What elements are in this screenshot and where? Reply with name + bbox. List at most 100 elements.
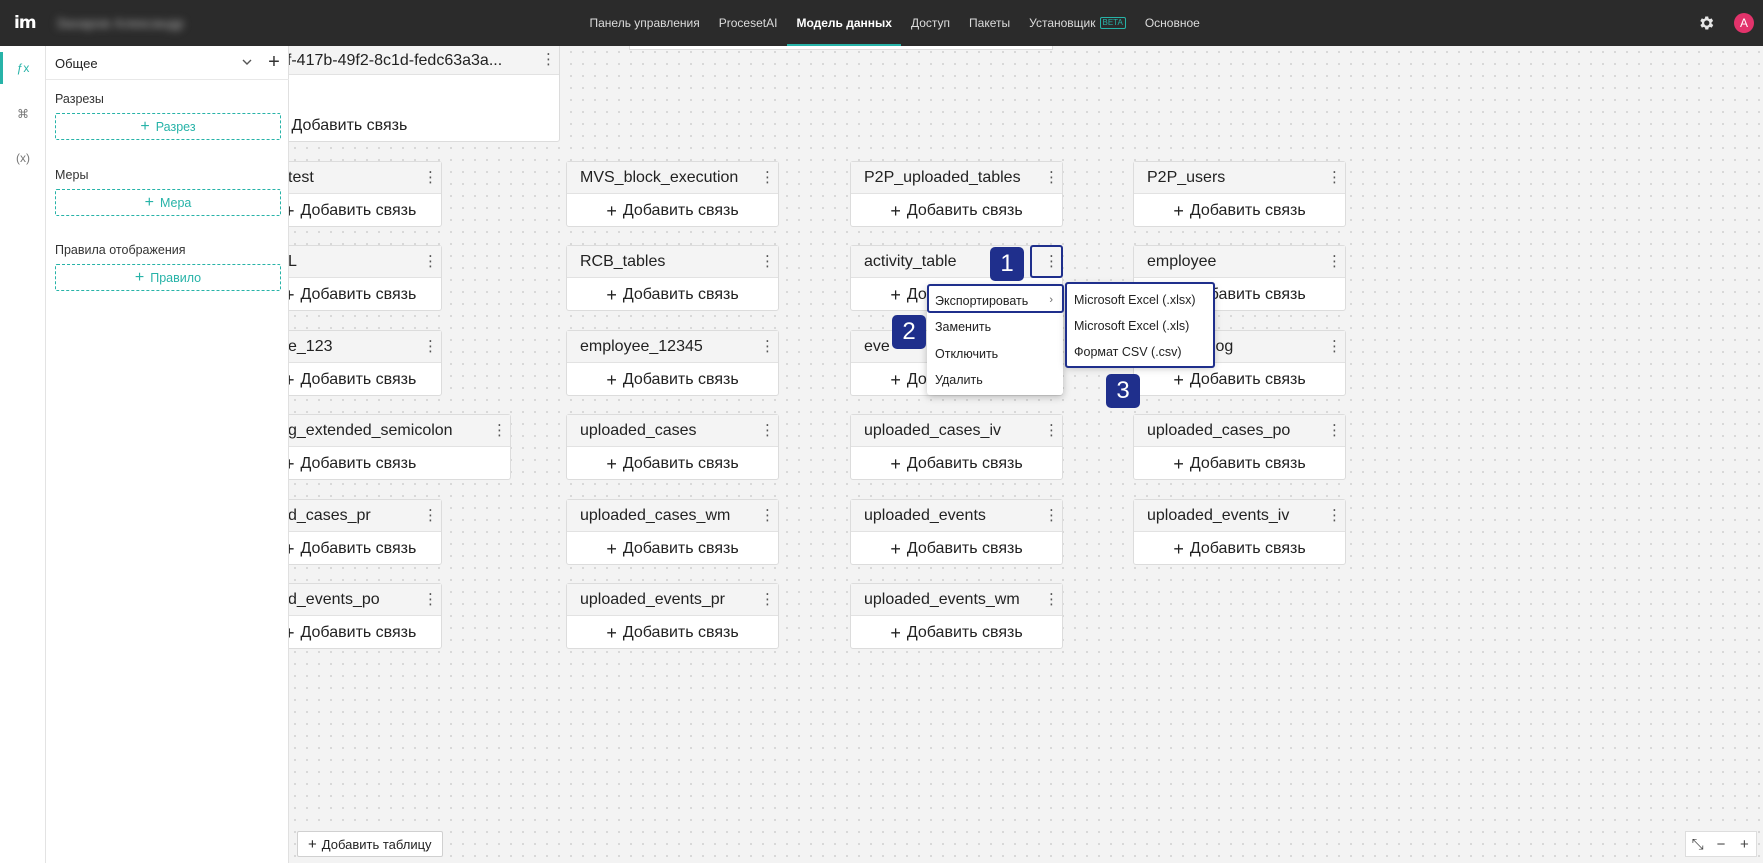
more-vert-icon[interactable]: ⋮	[1327, 170, 1342, 186]
add-link-button[interactable]: +Добавить связь	[289, 447, 510, 481]
more-vert-icon[interactable]: ⋮	[541, 52, 556, 68]
more-vert-icon[interactable]: ⋮	[760, 339, 775, 355]
table-card[interactable]: uploaded_cases_po ⋮ + Добавить связь	[1133, 414, 1346, 480]
table-card[interactable]: d_cases_pr ⋮ + Добавить связь	[289, 499, 442, 565]
export-xlsx[interactable]: Microsoft Excel (.xlsx)	[1066, 287, 1214, 313]
gear-icon[interactable]	[1697, 14, 1715, 32]
table-card[interactable]: P2P_users ⋮ + Добавить связь	[1133, 161, 1346, 227]
table-card[interactable]: uploaded_events_iv ⋮ + Добавить связь	[1133, 499, 1346, 565]
add-measure-button[interactable]: + Мера	[55, 189, 281, 216]
table-card[interactable]: uploaded_events_pr ⋮ + Добавить связь	[566, 583, 779, 649]
add-link-button[interactable]: +Добавить связь	[851, 447, 1062, 481]
more-vert-icon[interactable]: ⋮	[1044, 254, 1059, 270]
table-card[interactable]: d_events_po ⋮ + Добавить связь	[289, 583, 442, 649]
more-vert-icon[interactable]: ⋮	[1044, 423, 1059, 439]
table-name: MVS_block_execution	[580, 169, 739, 186]
add-link-button[interactable]: +Добавить связь	[289, 109, 559, 143]
table-card[interactable]: uploaded_cases_wm ⋮ + Добавить связь	[566, 499, 779, 565]
more-vert-icon[interactable]: ⋮	[1327, 339, 1342, 355]
add-link-button[interactable]: +Добавить связь	[1134, 194, 1345, 228]
more-vert-icon[interactable]: ⋮	[1044, 508, 1059, 524]
add-link-button[interactable]: +Добавить связь	[567, 447, 778, 481]
table-card[interactable]: test ⋮ + Добавить связь	[289, 161, 442, 227]
more-vert-icon[interactable]: ⋮	[760, 254, 775, 270]
more-vert-icon[interactable]: ⋮	[1044, 592, 1059, 608]
more-vert-icon[interactable]: ⋮	[1327, 508, 1342, 524]
table-card[interactable]: P2P_uploaded_tables ⋮ + Добавить связь	[850, 161, 1063, 227]
more-vert-icon[interactable]: ⋮	[1044, 170, 1059, 186]
menu-item-replace[interactable]: Заменить	[927, 314, 1063, 340]
table-name: activity_table	[864, 253, 957, 270]
zoom-in-button[interactable]: +	[1733, 832, 1756, 856]
add-table-button[interactable]: + Добавить таблицу	[297, 831, 443, 857]
more-vert-icon[interactable]: ⋮	[1327, 423, 1342, 439]
tab-access[interactable]: Доступ	[901, 0, 959, 46]
more-vert-icon[interactable]: ⋮	[760, 170, 775, 186]
export-csv[interactable]: Формат CSV (.csv)	[1066, 339, 1214, 365]
add-link-button[interactable]: +Добавить связь	[567, 363, 778, 397]
avatar[interactable]: A	[1734, 13, 1754, 33]
more-vert-icon[interactable]: ⋮	[760, 508, 775, 524]
table-name: g_extended_semicolon	[289, 422, 453, 439]
more-vert-icon[interactable]: ⋮	[423, 254, 438, 270]
tab-packages[interactable]: Пакеты	[960, 0, 1020, 46]
add-link-button[interactable]: +Добавить связь	[289, 194, 441, 228]
tab-dashboard[interactable]: Панель управления	[580, 0, 709, 46]
more-vert-icon[interactable]: ⋮	[423, 592, 438, 608]
add-button[interactable]: +	[264, 52, 284, 72]
more-vert-icon[interactable]: ⋮	[1327, 254, 1342, 270]
more-vert-icon[interactable]: ⋮	[423, 339, 438, 355]
more-vert-icon[interactable]: ⋮	[760, 592, 775, 608]
menu-item-export[interactable]: Экспортировать ›	[927, 288, 1063, 314]
variable-icon[interactable]: (x)	[0, 138, 46, 178]
menu-item-delete[interactable]: Удалить	[927, 367, 1063, 393]
tab-data-model[interactable]: Модель данных	[786, 0, 902, 46]
export-xls[interactable]: Microsoft Excel (.xls)	[1066, 313, 1214, 339]
add-slice-button[interactable]: + Разрез	[55, 113, 281, 140]
plus-icon: +	[606, 369, 617, 390]
add-link-button[interactable]: +Добавить связь	[567, 278, 778, 312]
table-card[interactable]: uploaded_events ⋮ + Добавить связь	[850, 499, 1063, 565]
add-link-button[interactable]: +Добавить связь	[1134, 447, 1345, 481]
zoom-out-button[interactable]: −	[1709, 832, 1732, 856]
add-link-button[interactable]: +Добавить связь	[851, 616, 1062, 650]
more-vert-icon[interactable]: ⋮	[423, 508, 438, 524]
add-link-button[interactable]: +Добавить связь	[567, 532, 778, 566]
tab-installer[interactable]: Установщик BETA	[1020, 0, 1136, 46]
add-link-button[interactable]: +Добавить связь	[1134, 363, 1345, 397]
menu-item-disable[interactable]: Отключить	[927, 341, 1063, 367]
add-link-button[interactable]: +Добавить связь	[289, 278, 441, 312]
add-link-button[interactable]: +Добавить связь	[1134, 532, 1345, 566]
tab-procesetai[interactable]: ProcesetAI	[709, 0, 787, 46]
more-vert-icon[interactable]: ⋮	[492, 423, 507, 439]
add-link-button[interactable]: +Добавить связь	[567, 616, 778, 650]
table-card[interactable]: uploaded_events_wm ⋮ + Добавить связь	[850, 583, 1063, 649]
data-model-canvas[interactable]: df-417b-49f2-8c1d-fedc63a3a... ⋮ +Добави…	[289, 46, 1763, 863]
app-logo[interactable]: im	[14, 13, 37, 33]
add-link-button[interactable]: +Добавить связь	[567, 194, 778, 228]
function-icon[interactable]: ƒx	[0, 48, 46, 88]
table-card[interactable]: e_123 ⋮ + Добавить связь	[289, 330, 442, 396]
add-link-button[interactable]: +Добавить связь	[289, 616, 441, 650]
chevron-down-icon[interactable]	[239, 54, 255, 70]
table-card[interactable]: df-417b-49f2-8c1d-fedc63a3a... ⋮ +Добави…	[289, 46, 560, 142]
add-link-button[interactable]: +Добавить связь	[289, 532, 441, 566]
table-card[interactable]: employee_12345 ⋮ + Добавить связь	[566, 330, 779, 396]
table-card[interactable]: L ⋮ + Добавить связь	[289, 245, 442, 311]
add-rule-button[interactable]: + Правило	[55, 264, 281, 291]
table-card[interactable]: MVS_block_execution ⋮ + Добавить связь	[566, 161, 779, 227]
fit-screen-icon[interactable]: ⤡	[1686, 832, 1709, 856]
more-vert-icon[interactable]: ⋮	[423, 170, 438, 186]
add-link-button[interactable]: +Добавить связь	[289, 363, 441, 397]
panel-title[interactable]: Общее	[55, 56, 98, 71]
tab-general[interactable]: Основное	[1135, 0, 1209, 46]
table-card[interactable]: uploaded_cases ⋮ + Добавить связь	[566, 414, 779, 480]
table-card[interactable]: g_extended_semicolon ⋮ + Добавить связь	[289, 414, 511, 480]
components-icon[interactable]: ⌘	[0, 94, 46, 134]
add-link-button[interactable]: +Добавить связь	[851, 532, 1062, 566]
table-card[interactable]: RCB_tables ⋮ + Добавить связь	[566, 245, 779, 311]
add-link-button[interactable]: +Добавить связь	[851, 194, 1062, 228]
more-vert-icon[interactable]: ⋮	[760, 423, 775, 439]
table-card[interactable]: uploaded_cases_iv ⋮ + Добавить связь	[850, 414, 1063, 480]
table-name: uploaded_cases	[580, 422, 697, 439]
